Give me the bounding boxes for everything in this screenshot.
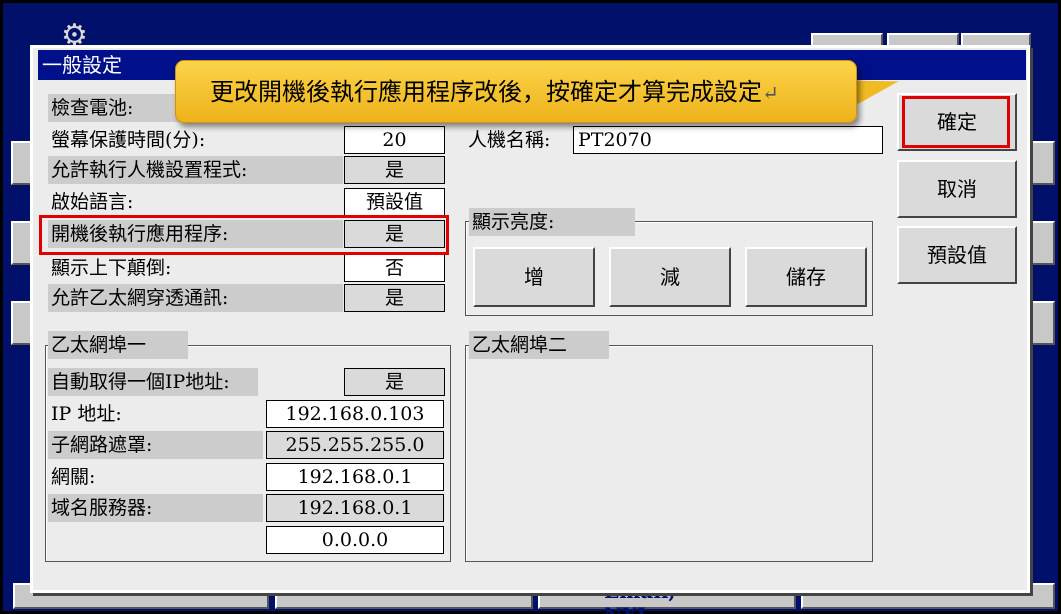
callout-text: 更改開機後執行應用程序改後，按確定才算完成設定 — [210, 78, 762, 106]
auto-ip-toggle[interactable]: 是 — [344, 368, 445, 396]
ok-button[interactable]: 確定 — [897, 93, 1017, 151]
screensaver-field[interactable]: 20 — [344, 126, 445, 154]
gateway-label: 網關: — [51, 466, 96, 488]
background-side-tile-6 — [1029, 301, 1055, 345]
screensaver-label: 螢幕保護時間(分): — [51, 129, 206, 151]
subnet-mask-field[interactable]: 255.255.255.0 — [266, 431, 444, 459]
subnet-mask-label: 子網路遮罩: — [48, 431, 263, 459]
ethernet2-title: 乙太網埠二 — [469, 331, 609, 359]
ethernet-passthrough-toggle[interactable]: 是 — [344, 284, 445, 312]
instruction-callout: 更改開機後執行應用程序改後，按確定才算完成設定↵ — [175, 60, 857, 123]
return-icon: ↵ — [762, 81, 779, 105]
brightness-increase-button[interactable]: 增 — [473, 247, 595, 307]
allow-setup-toggle[interactable]: 是 — [344, 156, 445, 184]
brightness-save-button[interactable]: 儲存 — [745, 247, 867, 307]
ip-address-field[interactable]: 192.168.0.103 — [266, 400, 444, 428]
startup-app-label: 開機後執行應用程序: — [48, 220, 343, 248]
language-select[interactable]: 預設值 — [344, 188, 445, 216]
hmi-name-label: 人機名稱: — [468, 129, 551, 151]
auto-ip-label: 自動取得一個IP地址: — [48, 368, 258, 396]
background-side-tile-4 — [1029, 141, 1055, 185]
flip-display-label: 顯示上下顛倒: — [51, 257, 172, 279]
dialog-content: 檢查電池: 螢幕保護時間(分): 20 允許執行人機設置程式: 是 啟始語言: … — [33, 48, 1027, 590]
allow-setup-label: 允許執行人機設置程式: — [48, 156, 343, 184]
dns-server-label: 域名服務器: — [48, 494, 263, 522]
startup-app-toggle[interactable]: 是 — [344, 220, 445, 248]
background-side-tile-5 — [1029, 221, 1055, 265]
cancel-button[interactable]: 取消 — [897, 160, 1017, 218]
hmi-name-field[interactable]: PT2070 — [573, 126, 883, 154]
gateway-field[interactable]: 192.168.0.1 — [266, 463, 444, 491]
flip-display-toggle[interactable]: 否 — [344, 254, 445, 282]
default-button[interactable]: 預設值 — [897, 226, 1017, 284]
dns-server-field[interactable]: 192.168.0.1 — [266, 494, 444, 522]
ethernet2-group — [465, 345, 873, 562]
ip-address-label: IP 地址: — [51, 403, 122, 425]
general-settings-dialog: 一般設定 檢查電池: 螢幕保護時間(分): 20 允許執行人機設置程式: 是 啟… — [30, 45, 1030, 593]
ethernet-passthrough-label: 允許乙太網穿透通訊: — [48, 284, 343, 312]
ethernet1-title: 乙太網埠一 — [48, 331, 188, 359]
language-label: 啟始語言: — [51, 191, 134, 213]
brightness-decrease-button[interactable]: 減 — [609, 247, 731, 307]
brightness-title: 顯示亮度: — [469, 208, 635, 236]
dns-server-2-field[interactable]: 0.0.0.0 — [266, 526, 444, 554]
